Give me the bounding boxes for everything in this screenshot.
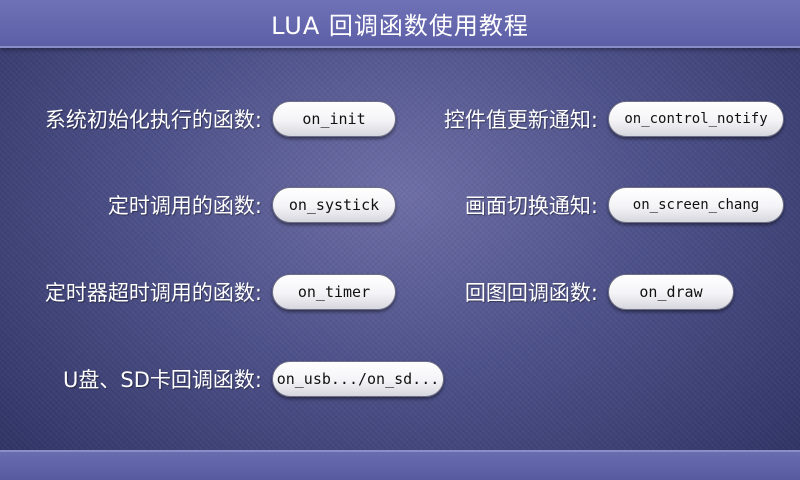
screen-change-label: 画面切换通知: — [464, 194, 598, 218]
title-bar: LUA 回调函数使用教程 — [0, 0, 800, 48]
on-draw-button[interactable]: on_draw — [608, 274, 734, 310]
init-label: 系统初始化执行的函数: — [44, 108, 262, 132]
on-timer-button[interactable]: on_timer — [272, 274, 396, 310]
draw-label: 回图回调函数: — [464, 281, 598, 305]
systick-label: 定时调用的函数: — [107, 194, 262, 218]
usb-sd-label: U盘、SD卡回调函数: — [63, 368, 262, 392]
on-control-notify-button[interactable]: on_control_notify — [608, 101, 784, 137]
timer-label: 定时器超时调用的函数: — [44, 281, 262, 305]
background-texture — [0, 0, 800, 480]
control-notify-label: 控件值更新通知: — [443, 108, 598, 132]
footer-bar — [0, 450, 800, 480]
on-init-button[interactable]: on_init — [272, 101, 396, 137]
page-title: LUA 回调函数使用教程 — [271, 11, 529, 40]
on-systick-button[interactable]: on_systick — [272, 187, 396, 223]
on-screen-change-button[interactable]: on_screen_chang — [608, 187, 784, 223]
on-usb-sd-button[interactable]: on_usb.../on_sd... — [272, 361, 444, 397]
